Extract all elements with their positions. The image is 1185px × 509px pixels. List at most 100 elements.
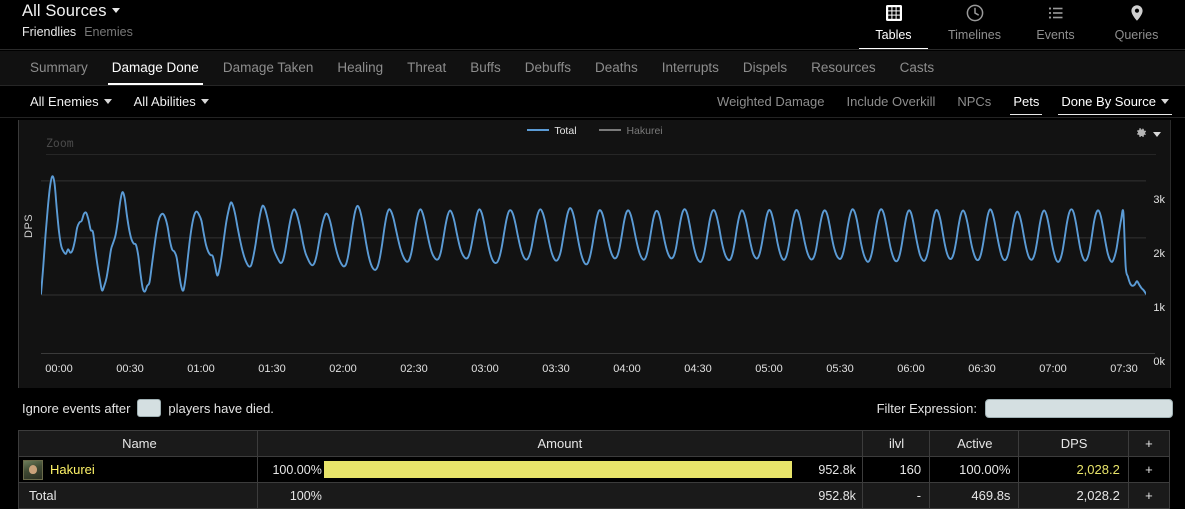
x-axis-ticks: 00:00 00:30 01:00 01:30 02:00 02:30 03:00 03:30… <box>41 355 1171 381</box>
tab-debuffs[interactable]: Debuffs <box>525 51 571 85</box>
toggle-weighted-damage[interactable]: Weighted Damage <box>717 94 824 109</box>
column-header-name[interactable]: Name <box>19 431 258 457</box>
table-header-row: Name Amount ilvl Active DPS + <box>19 431 1169 457</box>
table-row[interactable]: Hakurei 100.00% 952.8k 160 100.00% 2,028… <box>19 456 1169 483</box>
options-row: Ignore events after players have died. F… <box>0 396 1185 426</box>
x-tick-label: 00:00 <box>45 363 73 375</box>
legend-item-total[interactable]: Total <box>527 125 577 137</box>
avatar <box>23 459 43 480</box>
nav-item-events[interactable]: Events <box>1015 0 1096 50</box>
ignore-events-control: Ignore events after players have died. <box>22 399 274 417</box>
dead-players-input[interactable] <box>137 399 162 417</box>
toggle-include-overkill[interactable]: Include Overkill <box>846 94 935 109</box>
tab-damage-done[interactable]: Damage Done <box>107 51 203 85</box>
app-header: All Sources Friendlies Enemies Tables Tim… <box>0 0 1185 51</box>
source-selector-block: All Sources Friendlies Enemies <box>22 2 133 39</box>
x-tick-label: 04:30 <box>684 363 712 375</box>
filter-bar: All Enemies All Abilities Weighted Damag… <box>0 86 1185 118</box>
clock-icon <box>934 3 1015 27</box>
column-header-amount[interactable]: Amount <box>257 431 863 457</box>
expand-row-button[interactable]: + <box>1128 482 1169 509</box>
x-tick-label: 01:00 <box>187 363 215 375</box>
cell-name: Total <box>19 482 258 509</box>
y-tick-3k: 3k <box>1153 194 1165 206</box>
all-enemies-label: All Enemies <box>30 94 99 109</box>
dps-line-chart <box>40 175 1147 296</box>
series-path-total <box>40 175 1147 295</box>
top-navigation: Tables Timelines Events Queries <box>853 0 1177 50</box>
amount-bar-fill <box>323 461 792 478</box>
all-enemies-dropdown[interactable]: All Enemies <box>30 94 112 109</box>
x-tick-label: 01:30 <box>258 363 286 375</box>
legend-swatch-total <box>527 129 550 132</box>
cell-name[interactable]: Hakurei <box>19 456 258 483</box>
filter-expression-label: Filter Expression: <box>876 401 977 416</box>
tab-threat[interactable]: Threat <box>407 51 446 85</box>
x-tick-label: 06:30 <box>968 363 996 375</box>
x-tick-label: 03:30 <box>542 363 570 375</box>
cell-ilvl: - <box>862 482 931 509</box>
player-name[interactable]: Hakurei <box>50 462 95 477</box>
nav-label-tables: Tables <box>875 28 912 42</box>
nav-item-queries[interactable]: Queries <box>1096 0 1177 50</box>
nav-label-timelines: Timelines <box>947 28 1002 42</box>
tab-casts[interactable]: Casts <box>900 51 935 85</box>
ignore-events-prefix: Ignore events after <box>22 400 131 416</box>
zoom-slider-track[interactable] <box>46 154 1156 155</box>
legend-item-hakurei[interactable]: Hakurei <box>599 125 663 137</box>
expand-row-button[interactable]: + <box>1128 456 1169 483</box>
friendlies-toggle[interactable]: Friendlies <box>22 25 76 39</box>
column-header-active[interactable]: Active <box>929 431 1020 457</box>
nav-label-queries: Queries <box>1114 28 1159 42</box>
nav-item-tables[interactable]: Tables <box>853 0 934 50</box>
table-row: Total 100% 952.8k - 469.8s 2,028.2 + <box>19 482 1169 509</box>
tab-resources[interactable]: Resources <box>811 51 876 85</box>
toggle-pets[interactable]: Pets <box>1010 94 1043 115</box>
tab-dispels[interactable]: Dispels <box>743 51 787 85</box>
column-header-ilvl[interactable]: ilvl <box>862 431 931 457</box>
x-tick-label: 02:00 <box>329 363 357 375</box>
amount-value: 952.8k <box>818 488 856 503</box>
grid-icon <box>853 3 934 27</box>
all-sources-dropdown[interactable]: All Sources <box>22 2 120 21</box>
amount-percent: 100% <box>289 488 322 503</box>
filter-expression-control: Filter Expression: <box>877 399 1173 418</box>
tab-summary[interactable]: Summary <box>30 51 88 85</box>
tab-healing[interactable]: Healing <box>337 51 383 85</box>
nav-item-timelines[interactable]: Timelines <box>934 0 1015 50</box>
x-tick-label: 05:30 <box>826 363 854 375</box>
cell-dps: 2,028.2 <box>1018 482 1129 509</box>
chart-settings-menu[interactable] <box>1134 126 1161 145</box>
tab-deaths[interactable]: Deaths <box>595 51 638 85</box>
dps-chart-panel: Total Hakurei Zoom DPS 3k 2k 1k 0k 00:00 <box>18 120 1171 388</box>
cell-active: 469.8s <box>929 482 1020 509</box>
tab-damage-taken[interactable]: Damage Taken <box>223 51 314 85</box>
list-icon <box>1015 3 1096 27</box>
y-tick-1k: 1k <box>1153 302 1165 314</box>
tab-buffs[interactable]: Buffs <box>470 51 501 85</box>
x-tick-label: 05:00 <box>755 363 783 375</box>
ignore-events-suffix: players have died. <box>168 400 274 416</box>
tab-interrupts[interactable]: Interrupts <box>662 51 719 85</box>
analysis-tab-bar: Summary Damage Done Damage Taken Healing… <box>0 51 1185 86</box>
y-axis-label: DPS <box>23 213 35 238</box>
zoom-label[interactable]: Zoom <box>46 136 74 150</box>
all-abilities-dropdown[interactable]: All Abilities <box>134 94 209 109</box>
header-divider <box>0 49 1185 50</box>
legend-label-hakurei: Hakurei <box>626 125 663 137</box>
x-tick-label: 02:30 <box>400 363 428 375</box>
column-header-dps[interactable]: DPS <box>1018 431 1129 457</box>
column-header-plus[interactable]: + <box>1128 431 1169 457</box>
enemies-toggle[interactable]: Enemies <box>84 25 133 39</box>
legend-label-total: Total <box>554 125 577 137</box>
chevron-down-icon <box>111 8 120 14</box>
chart-plot-area[interactable] <box>40 158 1147 352</box>
amount-value: 952.8k <box>818 462 856 477</box>
toggle-npcs[interactable]: NPCs <box>957 94 991 109</box>
nav-label-events: Events <box>1036 28 1075 42</box>
x-tick-label: 06:00 <box>897 363 925 375</box>
filter-expression-input[interactable] <box>985 399 1173 418</box>
chevron-down-icon <box>1161 99 1169 105</box>
done-by-source-dropdown[interactable]: Done By Source <box>1058 94 1172 115</box>
chevron-down-icon <box>1153 132 1161 137</box>
